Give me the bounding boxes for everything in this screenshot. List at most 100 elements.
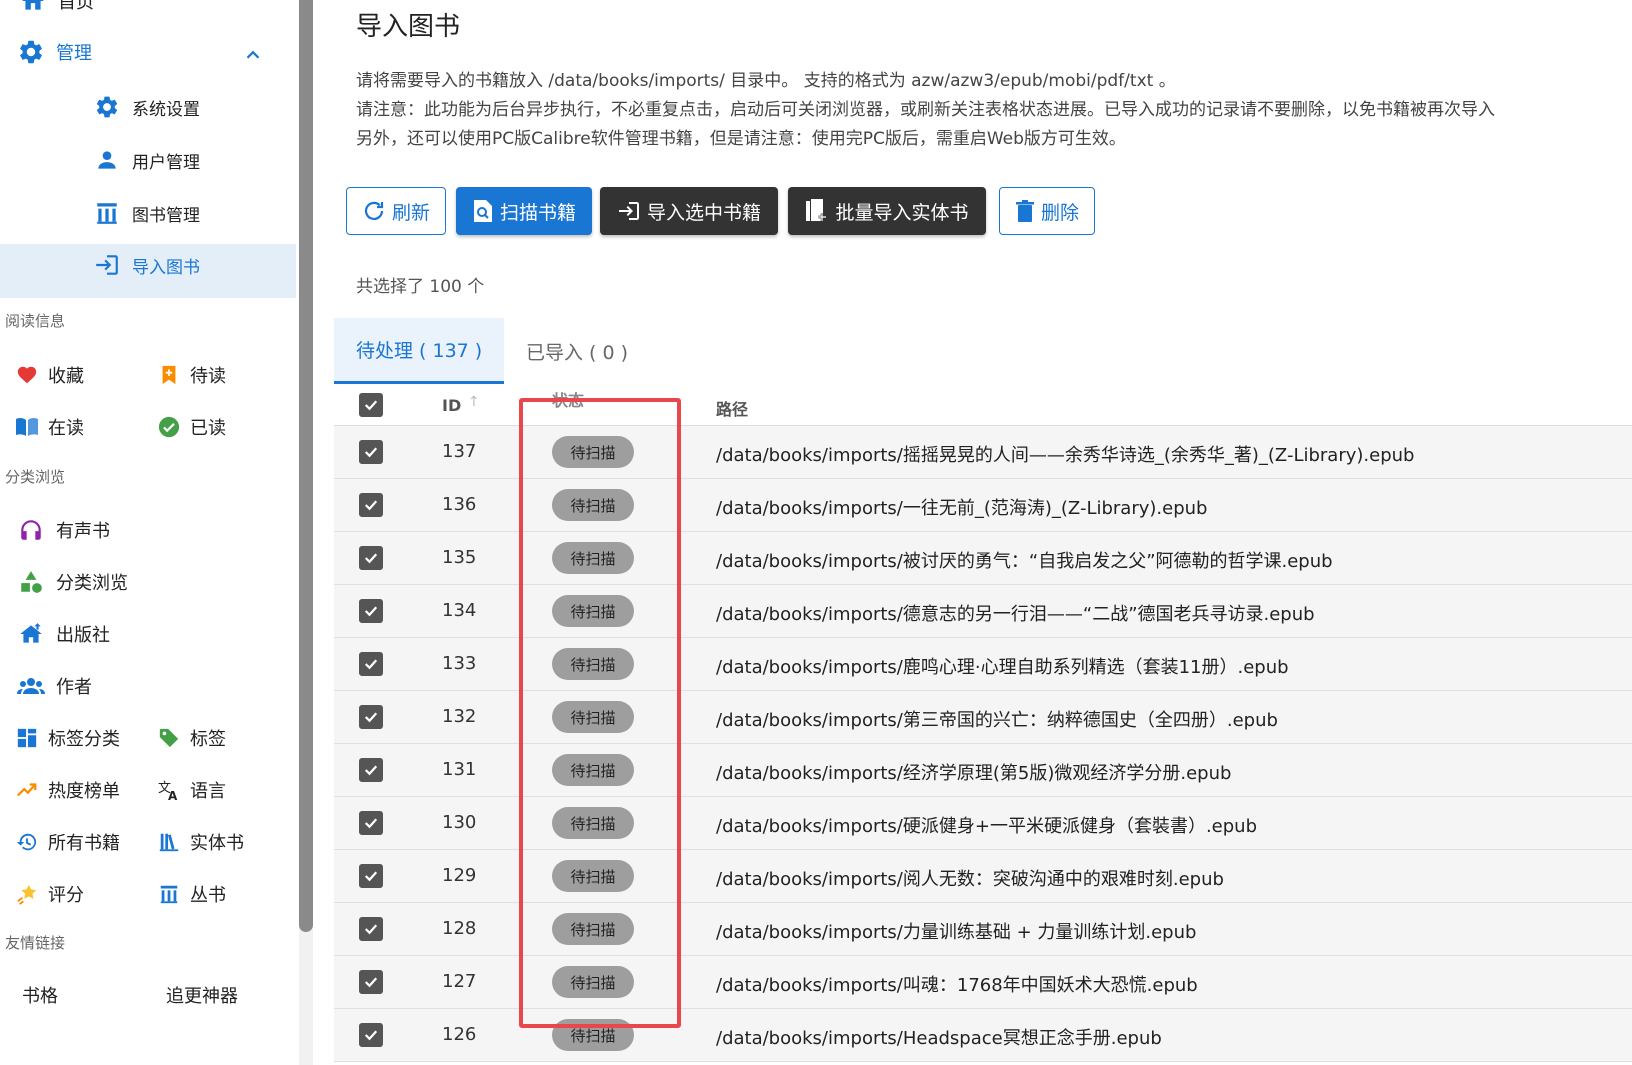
status-badge: 待扫描: [552, 436, 634, 468]
row-id: 128: [442, 918, 477, 939]
sidebar-item-book-management[interactable]: 图书管理: [92, 198, 200, 228]
table-row[interactable]: 133 待扫描/data/books/imports/鹿鸣心理·心理自助系列精选（…: [334, 638, 1632, 691]
column-header-id[interactable]: ID: [442, 396, 461, 415]
sidebar-item-label: 丛书: [190, 885, 226, 906]
table-row[interactable]: 136 待扫描/data/books/imports/一往无前_(范海涛)_(Z-…: [334, 479, 1632, 532]
status-badge: 待扫描: [552, 807, 634, 839]
sidebar-item-languages[interactable]: 文A 语言: [156, 775, 226, 805]
section-label-browse: 分类浏览: [5, 468, 66, 486]
import-selected-button[interactable]: 导入选中书籍: [600, 187, 778, 235]
row-path: /data/books/imports/摇摇晃晃的人间——余秀华诗选_(余秀华_…: [716, 445, 1415, 466]
translate-icon: 文A: [156, 775, 182, 805]
description-line-1: 请将需要导入的书籍放入 /data/books/imports/ 目录中。 支持…: [356, 71, 1176, 91]
sidebar-item-label: 收藏: [48, 366, 84, 387]
books-icon: [156, 827, 182, 857]
table-row[interactable]: 134 待扫描/data/books/imports/德意志的另一行泪——“二战”…: [334, 585, 1632, 638]
row-path: /data/books/imports/鹿鸣心理·心理自助系列精选（套装11册）…: [716, 657, 1289, 678]
chevron-up-icon[interactable]: [242, 44, 264, 70]
sidebar-item-physical-books[interactable]: 实体书: [156, 827, 244, 857]
sidebar-item-system-settings[interactable]: 系统设置: [92, 92, 200, 122]
row-checkbox[interactable]: [359, 705, 383, 729]
row-checkbox[interactable]: [359, 546, 383, 570]
tab-pending[interactable]: 待处理 ( 137 ): [334, 318, 505, 384]
sidebar-item-all-books[interactable]: 所有书籍: [14, 827, 120, 857]
row-checkbox[interactable]: [359, 493, 383, 517]
row-checkbox[interactable]: [359, 599, 383, 623]
refresh-button[interactable]: 刷新: [346, 187, 446, 235]
sidebar-item-manage[interactable]: 管理: [16, 37, 92, 67]
gear-icon: [92, 92, 122, 122]
row-checkbox[interactable]: [359, 652, 383, 676]
sidebar-link-shuge[interactable]: 书格: [22, 982, 58, 1008]
select-all-checkbox[interactable]: [359, 393, 383, 417]
sidebar-item-label: 分类浏览: [56, 573, 128, 594]
sidebar-item-trending[interactable]: 热度榜单: [14, 775, 120, 805]
sidebar-item-series[interactable]: 丛书: [156, 879, 226, 909]
table-row[interactable]: 129 待扫描/data/books/imports/阅人无数：突破沟通中的艰难时…: [334, 850, 1632, 903]
row-path: /data/books/imports/阅人无数：突破沟通中的艰难时刻.epub: [716, 869, 1224, 890]
row-checkbox[interactable]: [359, 440, 383, 464]
row-id: 137: [442, 441, 477, 462]
row-checkbox[interactable]: [359, 970, 383, 994]
row-checkbox[interactable]: [359, 864, 383, 888]
tab-imported[interactable]: 已导入 ( 0 ): [504, 318, 650, 384]
sidebar-item-category-browse[interactable]: 分类浏览: [16, 567, 128, 597]
check-circle-icon: [156, 412, 182, 442]
import-icon: [92, 250, 122, 280]
sidebar-item-label: 所有书籍: [48, 833, 120, 854]
tag-icon: [156, 723, 182, 753]
row-path: /data/books/imports/经济学原理(第5版)微观经济学分册.ep…: [716, 763, 1232, 784]
sidebar-item-tags[interactable]: 标签: [156, 723, 226, 753]
trending-up-icon: [14, 775, 40, 805]
sidebar-item-home[interactable]: 首页: [18, 0, 94, 16]
scan-books-button[interactable]: 扫描书籍: [456, 187, 592, 235]
table-row[interactable]: 130 待扫描/data/books/imports/硬派健身+一平米硬派健身（套…: [334, 797, 1632, 850]
row-path: /data/books/imports/力量训练基础 + 力量训练计划.epub: [716, 922, 1197, 943]
page-title: 导入图书: [356, 12, 461, 42]
column-header-status: 状态: [552, 391, 585, 410]
gear-icon: [16, 37, 46, 67]
description-line-2: 请注意：此功能为后台异步执行，不必重复点击，启动后可关闭浏览器，或刷新关注表格状…: [356, 100, 1495, 120]
sidebar-item-label: 在读: [48, 418, 84, 439]
row-checkbox[interactable]: [359, 758, 383, 782]
row-id: 127: [442, 971, 477, 992]
sidebar-item-ratings[interactable]: 评分: [14, 879, 84, 909]
table-row[interactable]: 132 待扫描/data/books/imports/第三帝国的兴亡：纳粹德国史（…: [334, 691, 1632, 744]
table-row[interactable]: 128 待扫描/data/books/imports/力量训练基础 + 力量训练计…: [334, 903, 1632, 956]
row-checkbox[interactable]: [359, 811, 383, 835]
row-checkbox[interactable]: [359, 917, 383, 941]
table-row[interactable]: 126 待扫描/data/books/imports/Headspace冥想正念手…: [334, 1009, 1632, 1062]
row-checkbox[interactable]: [359, 1023, 383, 1047]
sidebar-item-user-management[interactable]: 用户管理: [92, 145, 200, 175]
history-icon: [14, 827, 40, 857]
sidebar-item-label: 导入图书: [132, 257, 200, 278]
sidebar-item-tag-categories[interactable]: 标签分类: [14, 723, 120, 753]
sidebar-item-import-books[interactable]: 导入图书: [92, 250, 200, 280]
sidebar-item-reading[interactable]: 在读: [14, 412, 84, 442]
row-id: 135: [442, 547, 477, 568]
bookmark-icon: [156, 360, 182, 390]
sidebar-item-read[interactable]: 已读: [156, 412, 226, 442]
home-icon: [18, 0, 48, 16]
sort-arrow-up-icon[interactable]: ↑: [468, 394, 480, 410]
dashboard-icon: [14, 723, 40, 753]
table-row[interactable]: 127 待扫描/data/books/imports/叫魂：1768年中国妖术大恐…: [334, 956, 1632, 1009]
sidebar-item-favorites[interactable]: 收藏: [14, 360, 84, 390]
table-row[interactable]: 135 待扫描/data/books/imports/被讨厌的勇气：“自我启发之父…: [334, 532, 1632, 585]
sidebar-item-publishers[interactable]: 出版社: [16, 619, 110, 649]
book-plus-icon: [805, 198, 829, 224]
row-id: 130: [442, 812, 477, 833]
delete-button[interactable]: 删除: [999, 187, 1095, 235]
sidebar-link-zhuigeng[interactable]: 追更神器: [166, 982, 238, 1008]
table-row[interactable]: 137 待扫描/data/books/imports/摇摇晃晃的人间——余秀华诗选…: [334, 426, 1632, 479]
status-badge: 待扫描: [552, 966, 634, 998]
column-header-path: 路径: [716, 400, 749, 419]
sidebar-scrollbar-thumb[interactable]: [299, 0, 313, 932]
library-icon: [92, 198, 122, 228]
sidebar-item-audiobooks[interactable]: 有声书: [16, 515, 110, 545]
house-up-icon: [16, 619, 46, 649]
table-row[interactable]: 131 待扫描/data/books/imports/经济学原理(第5版)微观经济…: [334, 744, 1632, 797]
sidebar-item-to-read[interactable]: 待读: [156, 360, 226, 390]
batch-import-physical-button[interactable]: 批量导入实体书: [788, 187, 986, 235]
sidebar-item-authors[interactable]: 作者: [16, 671, 92, 701]
